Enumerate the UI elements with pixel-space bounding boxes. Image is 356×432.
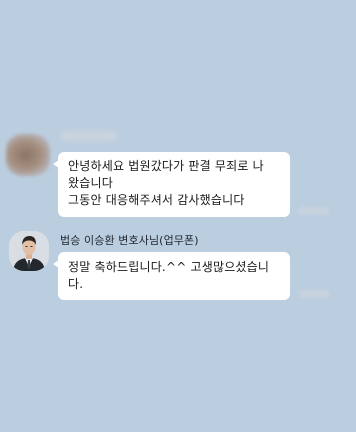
message-bubble-received[interactable]: 정말 축하드립니다.^^ 고생많으셨습니 다. <box>53 252 290 300</box>
message-text-line: 왔습니다 <box>68 176 113 190</box>
message-text-line: 정말 축하드립니다.^^ 고생많으셨습니 <box>68 260 270 274</box>
message-text-line: 안녕하세요 법원갔다가 판결 무죄로 나 <box>68 159 264 173</box>
sender-name: 법승 이승환 변호사님(업무폰) <box>60 234 199 247</box>
message-bubble-received[interactable]: 안녕하세요 법원갔다가 판결 무죄로 나 왔습니다 그동안 대응해주셔서 감사했… <box>53 152 290 217</box>
message-timestamp-blurred <box>298 207 330 215</box>
sender-avatar[interactable] <box>9 231 49 271</box>
chat-message-list: 안녕하세요 법원갔다가 판결 무죄로 나 왔습니다 그동안 대응해주셔서 감사했… <box>0 0 356 432</box>
message-timestamp-blurred <box>298 290 330 298</box>
sender-name-blurred <box>60 131 118 141</box>
message-text-line: 다. <box>68 277 84 291</box>
chat-window: 안녕하세요 법원갔다가 판결 무죄로 나 왔습니다 그동안 대응해주셔서 감사했… <box>0 0 356 432</box>
message-text-line: 그동안 대응해주셔서 감사했습니다 <box>68 193 245 207</box>
person-portrait-icon <box>9 231 49 271</box>
sender-avatar-blurred[interactable] <box>6 134 50 176</box>
